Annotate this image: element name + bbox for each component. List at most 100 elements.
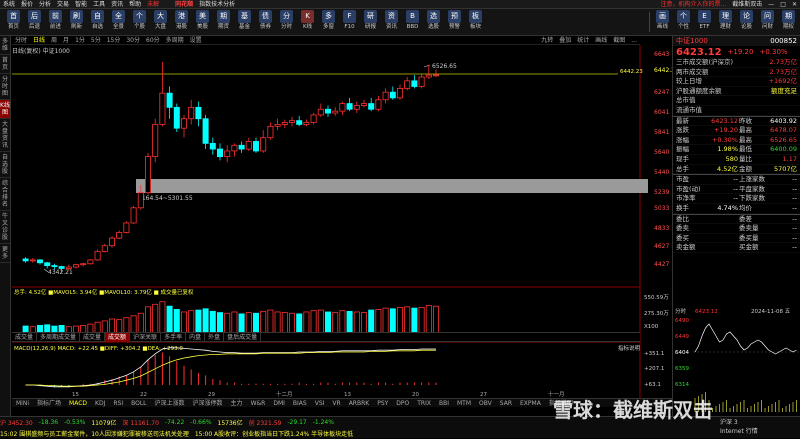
indicator-tab-16[interactable]: DPO: [392, 399, 413, 408]
chart-tool-2[interactable]: 统计: [574, 36, 592, 45]
candle-body[interactable]: [144, 156, 151, 194]
menu-quote[interactable]: 报价: [18, 0, 36, 9]
toolbar-right-button-0[interactable]: 画画线: [653, 9, 672, 35]
toolbar-button-12[interactable]: 债债券: [256, 9, 275, 35]
maximize-icon[interactable]: □: [777, 0, 789, 9]
candle-body[interactable]: [260, 137, 267, 152]
menu-news[interactable]: 资讯: [108, 0, 126, 9]
user-name[interactable]: 截维斯双击: [729, 0, 765, 9]
period-6[interactable]: 15分: [104, 36, 124, 45]
indicator-tab-21[interactable]: SAR: [496, 399, 516, 408]
toolbar-button-10[interactable]: 期期货: [214, 9, 233, 35]
candle-body[interactable]: [245, 141, 252, 150]
candle-body[interactable]: [116, 232, 123, 239]
menu-trade[interactable]: 交易: [54, 0, 72, 9]
period-10[interactable]: 设置: [187, 36, 205, 45]
candle-body[interactable]: [51, 265, 58, 268]
candle-body[interactable]: [152, 124, 159, 158]
left-tab-7[interactable]: 牛叉诊股: [0, 211, 10, 244]
indicator-tab-22[interactable]: EXPMA: [516, 399, 545, 408]
macd-help-button[interactable]: 指标说明: [618, 344, 641, 352]
chart-tool-3[interactable]: 画线: [592, 36, 610, 45]
period-8[interactable]: 60分: [143, 36, 163, 45]
candle-body[interactable]: [209, 142, 216, 150]
candle-body[interactable]: [432, 74, 439, 77]
toolbar-button-4[interactable]: 自自选: [88, 9, 107, 35]
period-3[interactable]: 月: [60, 36, 72, 45]
toolbar-right-button-2[interactable]: E ETF: [695, 9, 714, 35]
indicator-tab-9[interactable]: W&R: [247, 399, 270, 408]
left-tab-5[interactable]: 自选股: [0, 152, 10, 178]
subtab-3[interactable]: 成交额: [105, 332, 131, 342]
candle-body[interactable]: [22, 258, 29, 262]
candle-body[interactable]: [94, 250, 101, 261]
toolbar-button-15[interactable]: 多多窗: [319, 9, 338, 35]
candle-body[interactable]: [180, 118, 187, 129]
candle-body[interactable]: [80, 263, 87, 266]
toolbar-button-11[interactable]: 基基金: [235, 9, 254, 35]
candle-body[interactable]: [195, 106, 202, 120]
candle-body[interactable]: [281, 122, 288, 125]
candle-body[interactable]: [404, 80, 411, 89]
toolbar-button-8[interactable]: 港港股: [172, 9, 191, 35]
indicator-tab-14[interactable]: ARBRK: [345, 399, 374, 408]
indicator-tab-2[interactable]: MACD: [65, 399, 91, 408]
subtab-4[interactable]: 沪深关联: [130, 332, 162, 342]
indicator-tab-4[interactable]: RSI: [109, 399, 127, 408]
news-ticker-0[interactable]: 15:02 围棋盛频与员工薪金案件，10人因涉嫌犯罪被移送司法机关处理: [0, 429, 189, 438]
menu-help[interactable]: 帮助: [126, 0, 144, 9]
toolbar-button-5[interactable]: 全全景: [109, 9, 128, 35]
period-4[interactable]: 1分: [72, 36, 88, 45]
candle-body[interactable]: [353, 105, 360, 110]
subtab-6[interactable]: 内盘: [186, 332, 206, 342]
candle-body[interactable]: [339, 103, 346, 112]
toolbar-button-14[interactable]: K K线: [298, 9, 317, 35]
candle-body[interactable]: [368, 103, 375, 110]
toolbar-right-button-6[interactable]: 期期权: [779, 9, 798, 35]
toolbar-button-7[interactable]: 大大盘: [151, 9, 170, 35]
toolbar-button-18[interactable]: 资资讯: [382, 9, 401, 35]
status-news[interactable]: 15:02 围棋盛频与员工薪金案件，10人因涉嫌犯罪被移送司法机关处理 15:00…: [0, 428, 800, 439]
chart-tool-4[interactable]: 截图: [610, 36, 628, 45]
menu-tools[interactable]: 工具: [90, 0, 108, 9]
candle-body[interactable]: [216, 148, 223, 158]
subtab-5[interactable]: 多手率: [161, 332, 187, 342]
candle-body[interactable]: [166, 92, 173, 108]
indicator-tab-1[interactable]: 指标广场: [33, 399, 65, 408]
toolbar-right-button-5[interactable]: 问问财: [758, 9, 777, 35]
candle-body[interactable]: [375, 99, 382, 110]
indicator-tab-19[interactable]: MTM: [453, 399, 475, 408]
candle-body[interactable]: [411, 80, 418, 87]
indicator-tab-13[interactable]: VR: [328, 399, 344, 408]
left-tab-2[interactable]: 分时图: [0, 74, 10, 100]
candle-body[interactable]: [252, 141, 259, 152]
indicator-tab-11[interactable]: BIAS: [289, 399, 311, 408]
left-tab-6[interactable]: 综合排名: [0, 178, 10, 211]
candle-body[interactable]: [418, 76, 425, 87]
close-icon[interactable]: ✕: [789, 0, 800, 9]
left-tab-4[interactable]: 大盘资讯: [0, 119, 10, 152]
candle-body[interactable]: [274, 124, 281, 127]
candle-body[interactable]: [382, 91, 389, 101]
alert-badge[interactable]: 未解: [144, 0, 162, 9]
period-1[interactable]: 日线: [30, 36, 48, 45]
candle-body[interactable]: [137, 192, 144, 209]
toolbar-button-16[interactable]: F F10: [340, 9, 359, 35]
candle-body[interactable]: [396, 87, 403, 99]
toolbar-button-20[interactable]: 选选股: [424, 9, 443, 35]
candle-body[interactable]: [73, 264, 80, 268]
minimize-icon[interactable]: —: [765, 0, 777, 9]
toolbar-right-button-4[interactable]: 论论股: [737, 9, 756, 35]
candle-body[interactable]: [36, 259, 43, 264]
toolbar-button-3[interactable]: 刷刷新: [67, 9, 86, 35]
candle-body[interactable]: [101, 245, 108, 252]
indicator-tab-10[interactable]: DMI: [269, 399, 289, 408]
candle-body[interactable]: [173, 106, 180, 129]
toolbar-button-9[interactable]: 美美股: [193, 9, 212, 35]
candle-body[interactable]: [231, 144, 238, 152]
toolbar-right-button-3[interactable]: 理理财: [716, 9, 735, 35]
period-9[interactable]: 多周期: [163, 36, 187, 45]
candle-body[interactable]: [288, 120, 295, 123]
left-tab-0[interactable]: 多维: [0, 36, 10, 55]
chart-tool-1[interactable]: 叠加: [556, 36, 574, 45]
